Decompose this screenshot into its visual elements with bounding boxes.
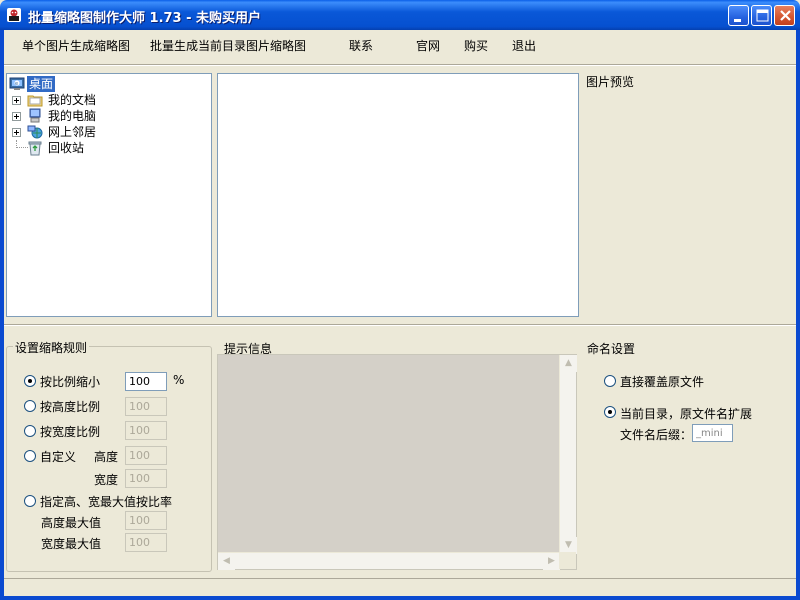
window-title: 批量缩略图制作大师 1.73 - 未购买用户: [28, 11, 262, 26]
menu-contact[interactable]: 联系: [349, 37, 373, 54]
tree-item-my-documents[interactable]: 我的文档: [7, 92, 207, 108]
tree-item-network[interactable]: 网上邻居: [7, 124, 207, 140]
radio-height-ratio[interactable]: [24, 400, 36, 412]
rules-title: 设置缩略规则: [13, 339, 90, 356]
info-textarea[interactable]: ▲ ▼ ◀ ▶: [217, 354, 577, 570]
menu-buy[interactable]: 购买: [464, 37, 488, 54]
tree-label-my-documents: 我的文档: [48, 93, 97, 107]
tree-label-my-computer: 我的电脑: [48, 109, 97, 123]
folder-tree[interactable]: e 桌面 我的文档 我的电脑 网上邻居 回收站: [6, 73, 212, 317]
naming-title: 命名设置: [587, 342, 636, 356]
suffix-input[interactable]: [692, 424, 733, 442]
radio-max-dimensions[interactable]: [24, 495, 36, 507]
ratio-label: 按比例缩小: [40, 375, 101, 389]
custom-width-input[interactable]: [125, 469, 167, 488]
max-dimensions-label: 指定高、宽最大值按比率: [40, 495, 173, 509]
scroll-corner: [559, 552, 576, 569]
scroll-right-icon[interactable]: ▶: [543, 553, 560, 570]
custom-label: 自定义: [40, 450, 77, 464]
tree-item-recycle-bin[interactable]: 回收站: [7, 140, 207, 156]
app-icon: [6, 7, 22, 23]
ratio-input[interactable]: [125, 372, 167, 391]
svg-text:e: e: [15, 81, 18, 87]
status-bar: [4, 578, 796, 596]
minimize-button[interactable]: [728, 5, 749, 26]
radio-width-ratio[interactable]: [24, 425, 36, 437]
expand-icon[interactable]: [12, 112, 21, 121]
menu-website[interactable]: 官网: [416, 37, 440, 54]
maximize-button[interactable]: [751, 5, 772, 26]
menu-exit[interactable]: 退出: [512, 37, 536, 54]
title-bar[interactable]: 批量缩略图制作大师 1.73 - 未购买用户: [0, 0, 800, 30]
current-dir-label: 当前目录，原文件名扩展: [620, 407, 753, 421]
radio-custom[interactable]: [24, 450, 36, 462]
maximize-icon: [756, 9, 769, 22]
max-width-label: 宽度最大值: [41, 537, 102, 551]
tree-label-network: 网上邻居: [48, 125, 97, 139]
suffix-label: 文件名后缀：: [620, 428, 693, 442]
width-ratio-input[interactable]: [125, 421, 167, 440]
height-ratio-label: 按高度比例: [40, 400, 101, 414]
scroll-left-icon[interactable]: ◀: [218, 553, 235, 570]
tree-label-recycle-bin: 回收站: [48, 141, 85, 155]
file-list[interactable]: [217, 73, 579, 317]
width-ratio-label: 按宽度比例: [40, 425, 101, 439]
menu-bar: 单个图片生成缩略图 批量生成当前目录图片缩略图 联系 官网 购买 退出: [4, 30, 796, 60]
custom-height-label: 高度: [94, 450, 119, 464]
menu-separator: [4, 64, 796, 66]
custom-height-input[interactable]: [125, 446, 167, 465]
vertical-scrollbar[interactable]: ▲ ▼: [559, 355, 577, 554]
preview-title: 图片预览: [586, 75, 635, 89]
window-frame-left: [0, 30, 4, 600]
recycle-bin-icon: [27, 140, 43, 159]
close-icon: [780, 10, 791, 21]
percent-label: %: [173, 373, 185, 387]
horizontal-scrollbar[interactable]: ◀ ▶: [218, 552, 560, 570]
scroll-up-icon[interactable]: ▲: [560, 355, 577, 372]
tree-label-desktop: 桌面: [25, 75, 57, 93]
max-height-label: 高度最大值: [41, 516, 102, 530]
max-height-input[interactable]: [125, 511, 167, 530]
radio-ratio[interactable]: [24, 375, 36, 387]
radio-overwrite[interactable]: [604, 375, 616, 387]
window-frame-right: [796, 30, 800, 600]
image-preview-panel: 图片预览: [580, 73, 794, 317]
max-width-input[interactable]: [125, 533, 167, 552]
tree-item-my-computer[interactable]: 我的电脑: [7, 108, 207, 124]
height-ratio-input[interactable]: [125, 397, 167, 416]
menu-single-thumbnail[interactable]: 单个图片生成缩略图: [22, 37, 130, 54]
tree-item-desktop[interactable]: e 桌面: [7, 75, 207, 93]
radio-current-dir[interactable]: [604, 406, 616, 418]
menu-batch-thumbnail[interactable]: 批量生成当前目录图片缩略图: [150, 37, 306, 54]
minimize-icon: [734, 19, 741, 22]
close-button[interactable]: [774, 5, 795, 26]
custom-width-label: 宽度: [94, 473, 119, 487]
expand-icon[interactable]: [12, 128, 21, 137]
window-frame-bottom: [0, 596, 800, 600]
expand-icon[interactable]: [12, 96, 21, 105]
panel-separator: [4, 324, 796, 326]
overwrite-label: 直接覆盖原文件: [620, 375, 705, 389]
